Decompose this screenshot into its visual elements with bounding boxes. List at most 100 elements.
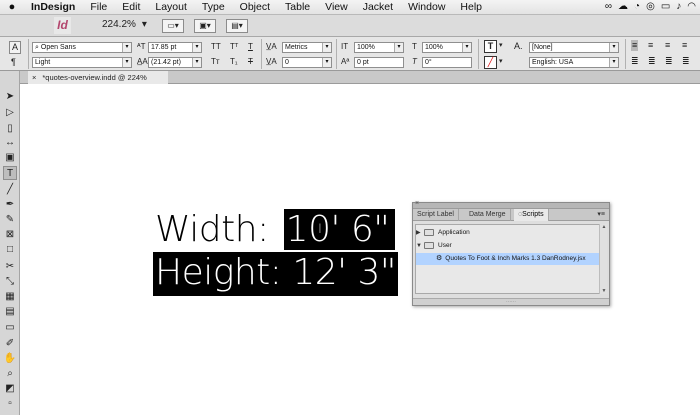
justify-left-icon[interactable]: ≣ — [631, 56, 639, 67]
menu-file[interactable]: File — [83, 1, 115, 13]
paragraph-formatting-icon[interactable]: ¶ — [11, 57, 16, 68]
volume-icon[interactable]: ♪ — [676, 1, 681, 12]
underline-button[interactable]: T — [248, 41, 253, 52]
menu-edit[interactable]: Edit — [115, 1, 148, 13]
align-towards-spine-icon[interactable]: ≡ — [682, 40, 687, 51]
character-style-field[interactable]: [None] ▾ — [529, 42, 619, 53]
time-machine-icon[interactable]: ◔ — [634, 1, 640, 12]
menu-window[interactable]: Window — [401, 1, 453, 13]
horizontal-scale-field[interactable]: 100% ▾ — [422, 42, 472, 53]
menu-layout[interactable]: Layout — [148, 1, 195, 13]
zoom-level[interactable]: 224.2% — [102, 19, 136, 30]
superscript-button[interactable]: Tᵀ — [230, 41, 238, 52]
align-left-icon[interactable]: ≡ — [631, 40, 639, 51]
pen-tool-icon[interactable]: ✒ — [3, 198, 17, 212]
menu-table[interactable]: Table — [278, 1, 318, 13]
align-center-icon[interactable]: ≡ — [648, 40, 653, 51]
list-item-application[interactable]: ▶ Application — [416, 227, 599, 239]
tab-data-merge[interactable]: Data Merge — [465, 209, 511, 221]
page-tool-icon[interactable]: ▯ — [3, 122, 17, 136]
wifi-icon[interactable]: ◠ — [687, 1, 696, 12]
character-formatting-icon[interactable]: A — [9, 41, 21, 54]
scissors-tool-icon[interactable]: ✂ — [3, 260, 17, 274]
chevron-down-icon[interactable]: ▾ — [122, 58, 131, 67]
pencil-tool-icon[interactable]: ✎ — [3, 213, 17, 227]
eyedropper-tool-icon[interactable]: ✐ — [3, 337, 17, 351]
strikethrough-button[interactable]: T — [248, 56, 253, 67]
creative-cloud-icon[interactable]: ◎ — [646, 1, 655, 12]
scripts-list-scrollbar[interactable]: ▲ ▼ — [599, 224, 607, 294]
text-line-width[interactable]: Width: 10' 6" — [155, 209, 396, 252]
list-item-user[interactable]: ▼ User — [416, 240, 599, 252]
language-field[interactable]: English: USA ▾ — [529, 57, 619, 68]
menu-help[interactable]: Help — [453, 1, 490, 13]
selected-width-value[interactable]: 10' 6" — [283, 209, 396, 250]
zoom-tool-icon[interactable]: ⌕ — [3, 367, 17, 381]
close-icon[interactable]: × — [415, 200, 419, 207]
align-right-icon[interactable]: ≡ — [665, 40, 670, 51]
direct-selection-tool-icon[interactable]: ▷ — [3, 106, 17, 120]
selection-tool-icon[interactable]: ➤ — [3, 90, 17, 104]
free-transform-tool-icon[interactable]: ⤡ — [3, 275, 17, 289]
chevron-down-icon[interactable]: ▾ — [499, 56, 503, 67]
fill-stroke-swatch-icon[interactable]: ◩ — [3, 382, 17, 396]
formatting-affects-text-icon[interactable]: ▫ — [3, 397, 17, 411]
menu-app-name[interactable]: InDesign — [24, 1, 83, 13]
chevron-down-icon[interactable]: ▾ — [462, 43, 471, 52]
justify-all-icon[interactable]: ≣ — [682, 56, 690, 67]
chevron-down-icon[interactable]: ▾ — [122, 43, 131, 52]
menu-view[interactable]: View — [318, 1, 356, 13]
chevron-down-icon[interactable]: ▾ — [394, 43, 403, 52]
glasses-icon[interactable]: ∞ — [605, 1, 612, 12]
gradient-swatch-tool-icon[interactable]: ▦ — [3, 290, 17, 304]
leading-field[interactable]: (21.42 pt) ▾ — [148, 57, 202, 68]
disclosure-triangle-icon[interactable]: ▶ — [416, 227, 424, 239]
chevron-down-icon[interactable]: ▾ — [322, 43, 331, 52]
justify-center-icon[interactable]: ≣ — [648, 56, 656, 67]
all-caps-button[interactable]: TT — [211, 41, 221, 52]
skew-field[interactable]: 0° — [422, 57, 472, 68]
gap-tool-icon[interactable]: ↔ — [3, 136, 17, 150]
justify-right-icon[interactable]: ≣ — [665, 56, 673, 67]
rectangle-frame-tool-icon[interactable]: ⊠ — [3, 228, 17, 242]
type-tool-icon[interactable]: T — [3, 166, 17, 180]
vertical-scale-field[interactable]: 100% ▾ — [354, 42, 404, 53]
fill-text-icon[interactable]: T — [484, 40, 497, 53]
screen-mode-button[interactable]: ▣▾ — [194, 19, 216, 33]
small-caps-button[interactable]: Tᴛ — [211, 56, 220, 67]
content-collector-icon[interactable]: ▣ — [3, 151, 17, 165]
kerning-field[interactable]: Metrics ▾ — [282, 42, 332, 53]
chevron-down-icon[interactable]: ▾ — [192, 58, 201, 67]
chevron-down-icon[interactable]: ▾ — [322, 58, 331, 67]
document-tab[interactable]: × *quotes-overview.indd @ 224% — [28, 71, 168, 84]
disclosure-triangle-open-icon[interactable]: ▼ — [416, 240, 424, 252]
stroke-none-icon[interactable]: ╱ — [484, 56, 497, 69]
scroll-up-icon[interactable]: ▲ — [600, 224, 608, 230]
zoom-level-control[interactable]: 224.2% ▾ — [102, 19, 147, 30]
width-label[interactable]: Width: — [155, 209, 284, 250]
tab-script-label[interactable]: Script Label — [413, 209, 459, 221]
apple-icon[interactable]: ● — [0, 1, 24, 13]
baseline-shift-field[interactable]: 0 pt — [354, 57, 404, 68]
font-style-field[interactable]: Light ▾ — [32, 57, 132, 68]
menu-type[interactable]: Type — [195, 1, 233, 13]
selected-text-line-height[interactable]: Height: 12' 3" — [153, 252, 398, 296]
list-item-script[interactable]: ⚙ Quotes To Foot & Inch Marks 1.3 DanRodn… — [416, 253, 599, 265]
cloud-icon[interactable]: ☁ — [618, 1, 628, 12]
tab-scripts[interactable]: ◌Scripts — [514, 209, 549, 221]
panel-resize-grip[interactable]: ⋯⋯ — [413, 298, 609, 305]
gradient-feather-tool-icon[interactable]: ▤ — [3, 305, 17, 319]
scroll-down-icon[interactable]: ▼ — [600, 288, 608, 294]
chevron-down-icon[interactable]: ▾ — [142, 19, 147, 30]
font-size-field[interactable]: 17.85 pt ▾ — [148, 42, 202, 53]
subscript-button[interactable]: T₁ — [230, 56, 238, 67]
chevron-down-icon[interactable]: ▾ — [609, 58, 618, 67]
chevron-down-icon[interactable]: ▾ — [609, 43, 618, 52]
battery-icon[interactable]: ▭ — [661, 1, 670, 12]
hand-tool-icon[interactable]: ✋ — [3, 352, 17, 366]
arrange-documents-button[interactable]: ▤▾ — [226, 19, 248, 33]
tracking-field[interactable]: 0 ▾ — [282, 57, 332, 68]
close-icon[interactable]: × — [32, 73, 36, 82]
line-tool-icon[interactable]: ╱ — [3, 183, 17, 197]
rectangle-tool-icon[interactable]: □ — [3, 243, 17, 257]
